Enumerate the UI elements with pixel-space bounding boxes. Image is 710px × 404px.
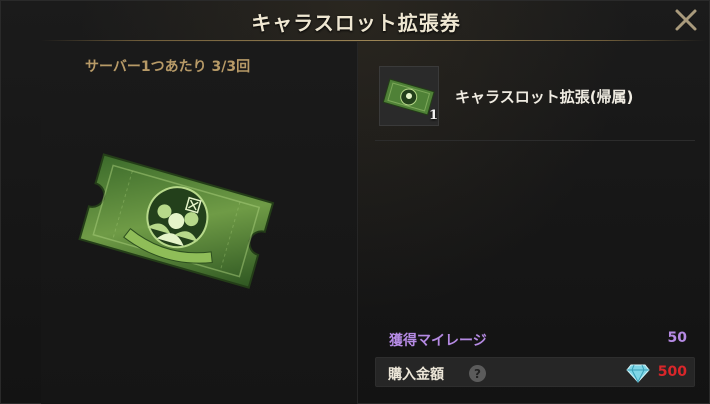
character-slot-ticket-icon (78, 153, 275, 289)
price-label: 購入金額 (388, 367, 444, 383)
info-divider (375, 140, 695, 141)
purchase-dialog: キャラスロット拡張券 サーバー1つあたり 3/3回 1 キャラスロット拡張(帰属… (0, 0, 710, 404)
mileage-value: 50 (667, 330, 687, 346)
diamond-gem-icon (626, 364, 650, 383)
dialog-header: キャラスロット拡張券 (1, 1, 710, 41)
mileage-label: 獲得マイレージ (389, 333, 487, 349)
close-x-icon (675, 9, 697, 31)
item-quantity: 1 (429, 108, 439, 123)
mileage-row: 獲得マイレージ 50 (375, 328, 695, 352)
purchase-limit-text: サーバー1つあたり 3/3回 (85, 59, 251, 75)
price-value: 500 (657, 364, 687, 380)
item-name: キャラスロット拡張(帰属) (455, 88, 634, 106)
dialog-title: キャラスロット拡張券 (251, 10, 461, 35)
purchase-info-panel: 1 キャラスロット拡張(帰属) 獲得マイレージ 50 購入金額 ? 500 (359, 42, 710, 404)
price-row: 購入金額 ? 500 (375, 357, 695, 387)
close-button[interactable] (673, 7, 699, 33)
help-icon[interactable]: ? (469, 365, 486, 382)
item-entry: 1 キャラスロット拡張(帰属) (375, 64, 695, 130)
header-divider (41, 40, 706, 41)
item-preview-panel: サーバー1つあたり 3/3回 (41, 42, 358, 404)
